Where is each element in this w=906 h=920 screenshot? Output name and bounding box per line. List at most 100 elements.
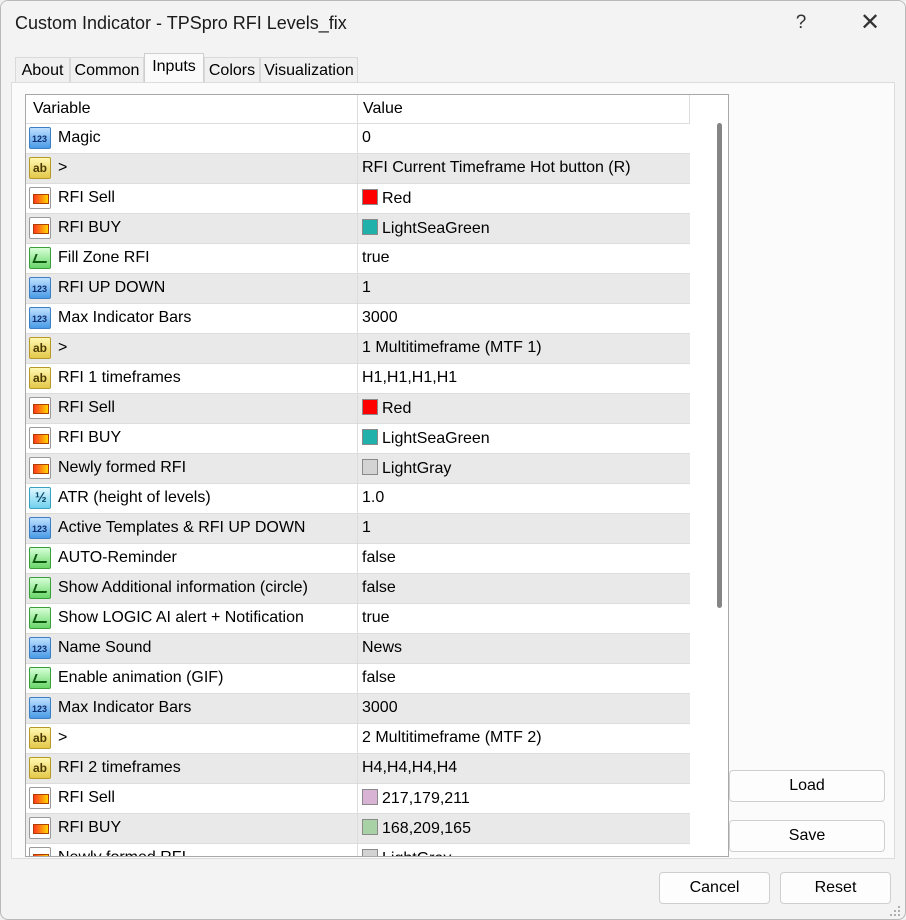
vertical-scrollbar[interactable] <box>712 123 728 856</box>
variable-value-text: LightSeaGreen <box>382 220 490 237</box>
color-swatch <box>362 459 378 475</box>
variable-value[interactable]: 1 Multitimeframe (MTF 1) <box>362 339 542 357</box>
table-row[interactable]: RFI Sell Red <box>26 183 690 214</box>
table-row[interactable]: RFI BUY LightSeaGreen <box>26 213 690 244</box>
variable-value-text: 1 <box>362 279 371 296</box>
table-row[interactable]: RFI BUY LightSeaGreen <box>26 423 690 454</box>
variable-value[interactable]: 2 Multitimeframe (MTF 2) <box>362 729 542 747</box>
table-row[interactable]: Enable animation (GIF) false <box>26 663 690 694</box>
double-icon <box>29 487 51 509</box>
color-icon <box>29 817 51 839</box>
bool-icon <box>29 667 51 689</box>
table-row[interactable]: Magic 0 <box>26 123 690 154</box>
variable-name: > <box>58 729 68 746</box>
cancel-button[interactable]: Cancel <box>659 872 770 904</box>
table-row[interactable]: Fill Zone RFI true <box>26 243 690 274</box>
variable-value[interactable]: Red <box>362 399 411 418</box>
variable-value[interactable]: 217,179,211 <box>362 789 470 808</box>
column-header-value[interactable]: Value <box>363 100 403 118</box>
table-row[interactable]: Show LOGIC AI alert + Notification true <box>26 603 690 634</box>
table-row[interactable]: RFI BUY 168,209,165 <box>26 813 690 844</box>
variable-value[interactable]: LightSeaGreen <box>362 219 490 238</box>
variable-value[interactable]: 3000 <box>362 699 398 717</box>
int-icon <box>29 277 51 299</box>
variable-value[interactable]: false <box>362 579 396 597</box>
color-swatch <box>362 849 378 856</box>
variable-value[interactable]: LightGray <box>362 459 451 478</box>
variable-value-text: LightGray <box>382 850 451 856</box>
string-icon <box>29 727 51 749</box>
variable-value[interactable]: News <box>362 639 402 657</box>
close-button[interactable]: ✕ <box>854 9 886 37</box>
variable-value-text: false <box>362 549 396 566</box>
table-row[interactable]: RFI UP DOWN 1 <box>26 273 690 304</box>
help-button[interactable]: ? <box>787 9 815 37</box>
variable-value-text: LightSeaGreen <box>382 430 490 447</box>
variable-value[interactable]: true <box>362 249 390 267</box>
table-row[interactable]: Max Indicator Bars 3000 <box>26 303 690 334</box>
color-icon <box>29 457 51 479</box>
variable-value[interactable]: 1.0 <box>362 489 384 507</box>
variable-value[interactable]: Red <box>362 189 411 208</box>
variable-name: RFI 1 timeframes <box>58 369 181 386</box>
column-header-variable[interactable]: Variable <box>33 100 91 118</box>
color-icon <box>29 787 51 809</box>
variable-value[interactable]: 1 <box>362 519 371 537</box>
variable-name: Magic <box>58 129 101 146</box>
table-row[interactable]: AUTO-Reminder false <box>26 543 690 574</box>
color-swatch <box>362 819 378 835</box>
table-row[interactable]: Newly formed RFI LightGray <box>26 843 690 856</box>
color-icon <box>29 427 51 449</box>
table-row[interactable]: Active Templates & RFI UP DOWN 1 <box>26 513 690 544</box>
variable-value[interactable]: 3000 <box>362 309 398 327</box>
tab-inputs[interactable]: Inputs <box>144 53 204 83</box>
table-row[interactable]: RFI 1 timeframes H1,H1,H1,H1 <box>26 363 690 394</box>
save-button[interactable]: Save <box>729 820 885 852</box>
color-swatch <box>362 399 378 415</box>
bool-icon <box>29 247 51 269</box>
resize-grip-icon[interactable] <box>889 905 901 917</box>
variable-name: Max Indicator Bars <box>58 309 192 326</box>
variable-value[interactable]: LightGray <box>362 849 451 856</box>
load-button[interactable]: Load <box>729 770 885 802</box>
table-row[interactable]: >1 Multitimeframe (MTF 1) <box>26 333 690 364</box>
tab-common[interactable]: Common <box>70 57 144 83</box>
title-bar: Custom Indicator - TPSpro RFI Levels_fix… <box>1 1 905 45</box>
variable-name: RFI Sell <box>58 189 115 206</box>
tab-colors[interactable]: Colors <box>204 57 260 83</box>
int-icon <box>29 637 51 659</box>
variable-value[interactable]: 1 <box>362 279 371 297</box>
color-icon <box>29 217 51 239</box>
variable-value[interactable]: RFI Current Timeframe Hot button (R) <box>362 159 631 177</box>
table-row[interactable]: Newly formed RFI LightGray <box>26 453 690 484</box>
table-row[interactable]: RFI 2 timeframes H4,H4,H4,H4 <box>26 753 690 784</box>
color-swatch <box>362 789 378 805</box>
variable-value[interactable]: H4,H4,H4,H4 <box>362 759 457 777</box>
table-row[interactable]: RFI Sell Red <box>26 393 690 424</box>
table-row[interactable]: > RFI Current Timeframe Hot button (R) <box>26 153 690 184</box>
table-row[interactable]: Show Additional information (circle) fals… <box>26 573 690 604</box>
bool-icon <box>29 577 51 599</box>
table-row[interactable]: Max Indicator Bars 3000 <box>26 693 690 724</box>
table-row[interactable]: >2 Multitimeframe (MTF 2) <box>26 723 690 754</box>
table-row[interactable]: RFI Sell 217,179,211 <box>26 783 690 814</box>
table-row[interactable]: ATR (height of levels) 1.0 <box>26 483 690 514</box>
grid-header: Variable Value <box>26 95 690 123</box>
variable-value[interactable]: true <box>362 609 390 627</box>
variable-value-text: 168,209,165 <box>382 820 471 837</box>
reset-button[interactable]: Reset <box>780 872 891 904</box>
variable-value[interactable]: H1,H1,H1,H1 <box>362 369 457 387</box>
tab-visualization[interactable]: Visualization <box>260 57 358 83</box>
variable-name: > <box>58 339 68 356</box>
tab-about[interactable]: About <box>15 57 70 83</box>
variable-value[interactable]: false <box>362 549 396 567</box>
variable-name: RFI UP DOWN <box>58 279 166 296</box>
scrollbar-thumb[interactable] <box>717 123 722 608</box>
variable-name: Show LOGIC AI alert + Notification <box>58 609 304 626</box>
variable-value[interactable]: 168,209,165 <box>362 819 471 838</box>
variable-value[interactable]: 0 <box>362 129 371 147</box>
table-row[interactable]: Name Sound News <box>26 633 690 664</box>
variable-value-text: 0 <box>362 129 371 146</box>
variable-value[interactable]: false <box>362 669 396 687</box>
variable-value[interactable]: LightSeaGreen <box>362 429 490 448</box>
